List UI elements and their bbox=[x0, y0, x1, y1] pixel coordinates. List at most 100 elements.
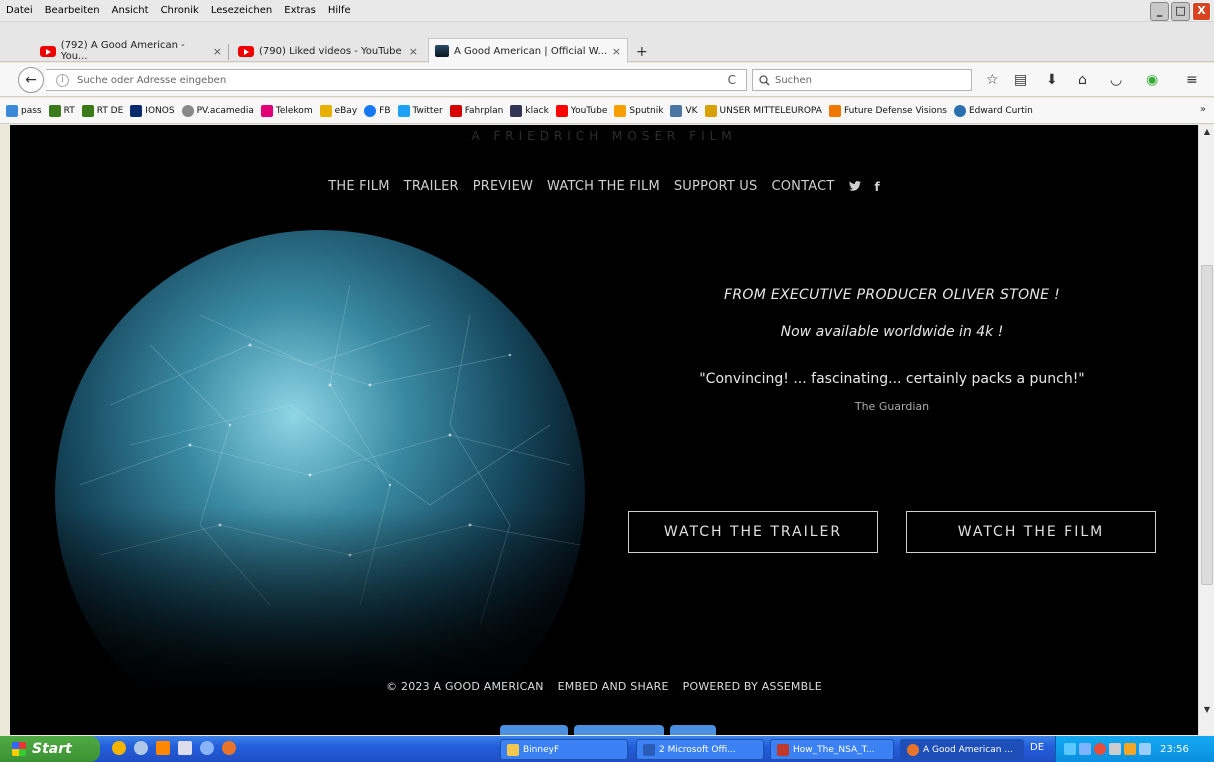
scroll-down-icon[interactable]: ▼ bbox=[1201, 705, 1213, 717]
watch-trailer-button[interactable]: WATCH THE TRAILER bbox=[628, 511, 878, 553]
scroll-up-icon[interactable]: ▲ bbox=[1201, 127, 1213, 139]
antivirus-icon[interactable] bbox=[1094, 743, 1106, 755]
tab-liked-videos[interactable]: (790) Liked videos - YouTube × bbox=[232, 40, 424, 62]
usb-icon[interactable] bbox=[1109, 743, 1121, 755]
bookmark-ionos[interactable]: IONOS bbox=[130, 104, 175, 117]
menu-hilfe[interactable]: Hilfe bbox=[328, 5, 351, 16]
watch-film-button[interactable]: WATCH THE FILM bbox=[906, 511, 1156, 553]
bookmark-star-icon[interactable]: ☆ bbox=[986, 72, 999, 88]
scrollbar-thumb[interactable] bbox=[1201, 265, 1213, 585]
page-content: A FRIEDRICH MOSER FILM THE FILM TRAILER … bbox=[10, 125, 1198, 735]
bookmark-rt[interactable]: RT bbox=[48, 104, 75, 117]
browser-icon[interactable] bbox=[200, 741, 214, 755]
task-binneyf[interactable]: BinneyF bbox=[500, 739, 628, 760]
bookmark-telekom[interactable]: Telekom bbox=[260, 104, 313, 117]
tab-good-american-youtube[interactable]: (792) A Good American - You... × bbox=[34, 40, 228, 62]
menu-bearbeiten[interactable]: Bearbeiten bbox=[45, 5, 100, 16]
window-left-border bbox=[0, 125, 10, 735]
bookmark-fahrplan[interactable]: Fahrplan bbox=[449, 104, 503, 117]
menu-datei[interactable]: Datei bbox=[6, 5, 33, 16]
bookmark-fb[interactable]: FB bbox=[364, 104, 391, 117]
firefox-icon[interactable] bbox=[222, 741, 236, 755]
menu-ansicht[interactable]: Ansicht bbox=[112, 5, 149, 16]
twitter-icon[interactable] bbox=[848, 180, 861, 194]
nav-trailer[interactable]: TRAILER bbox=[404, 179, 459, 194]
minimize-button[interactable]: _ bbox=[1150, 2, 1169, 21]
extension-icon[interactable]: ◉ bbox=[1146, 72, 1158, 88]
db-icon bbox=[449, 104, 462, 117]
task-microsoft-office[interactable]: 2 Microsoft Offi... bbox=[636, 739, 764, 760]
download-icon[interactable]: ⬇ bbox=[1046, 72, 1058, 88]
pocket-icon[interactable]: ◡ bbox=[1110, 72, 1122, 88]
task-a-good-american[interactable]: A Good American ... bbox=[900, 739, 1024, 760]
embed-and-share-link[interactable]: EMBED AND SHARE bbox=[558, 680, 669, 693]
close-tab-icon[interactable]: × bbox=[612, 45, 621, 58]
bookmark-rt-de[interactable]: RT DE bbox=[81, 104, 123, 117]
network-icon[interactable] bbox=[1064, 743, 1076, 755]
powered-by-link[interactable]: POWERED BY ASSEMBLE bbox=[683, 680, 822, 693]
facebook-icon[interactable]: f bbox=[875, 180, 880, 194]
nav-the-film[interactable]: THE FILM bbox=[328, 179, 389, 194]
tab-official-website[interactable]: A Good American | Official W... × bbox=[428, 38, 628, 63]
chrome-icon[interactable] bbox=[112, 741, 126, 755]
nav-support-us[interactable]: SUPPORT US bbox=[674, 179, 758, 194]
bookmark-youtube[interactable]: YouTube bbox=[555, 104, 607, 117]
language-indicator[interactable]: DE bbox=[1030, 742, 1044, 753]
search-input[interactable]: Suchen bbox=[775, 75, 812, 86]
maximize-button[interactable]: □ bbox=[1171, 2, 1190, 21]
back-button[interactable]: ← bbox=[18, 67, 44, 93]
bookmark-pv-acamedia[interactable]: PV.acamedia bbox=[181, 104, 254, 117]
info-icon[interactable]: i bbox=[56, 73, 69, 87]
bookmark-ebay[interactable]: eBay bbox=[319, 104, 357, 117]
close-tab-icon[interactable]: × bbox=[409, 45, 418, 58]
menu-extras[interactable]: Extras bbox=[284, 5, 316, 16]
show-desktop-icon[interactable] bbox=[178, 741, 192, 755]
menu-chronik[interactable]: Chronik bbox=[161, 5, 199, 16]
close-tab-icon[interactable]: × bbox=[213, 45, 222, 58]
bookmark-pass[interactable]: pass bbox=[6, 104, 42, 117]
bookmark-edward-curtin[interactable]: Edward Curtin bbox=[954, 104, 1033, 117]
address-bar[interactable]: i Suche oder Adresse eingeben C bbox=[46, 69, 747, 91]
close-window-button[interactable]: X bbox=[1192, 2, 1211, 21]
bookmark-sputnik[interactable]: Sputnik bbox=[614, 104, 663, 117]
menu-hamburger-icon[interactable]: ≡ bbox=[1186, 72, 1198, 88]
quicklaunch-icon[interactable] bbox=[134, 741, 148, 755]
bookmarks-overflow-button[interactable]: » bbox=[1200, 104, 1206, 115]
menu-lesezeichen[interactable]: Lesezeichen bbox=[211, 5, 272, 16]
film-credit: A FRIEDRICH MOSER FILM bbox=[471, 129, 737, 143]
network-icon[interactable] bbox=[1079, 743, 1091, 755]
address-input[interactable]: Suche oder Adresse eingeben bbox=[77, 75, 226, 86]
twitter-icon bbox=[397, 104, 410, 117]
tweet-button[interactable] bbox=[500, 725, 568, 735]
facebook-share-button[interactable] bbox=[574, 725, 664, 735]
share-button[interactable] bbox=[670, 725, 716, 735]
word-icon bbox=[643, 743, 655, 756]
bookmark-future-defense-visions[interactable]: Future Defense Visions bbox=[828, 104, 947, 117]
search-bar[interactable]: Suchen bbox=[752, 69, 972, 91]
globe-network-image bbox=[50, 225, 590, 695]
folder-icon bbox=[507, 743, 519, 756]
update-icon[interactable] bbox=[1139, 743, 1151, 755]
home-icon[interactable]: ⌂ bbox=[1078, 72, 1087, 88]
task-how-the-nsa[interactable]: How_The_NSA_T... bbox=[770, 739, 894, 760]
volume-icon[interactable] bbox=[1124, 743, 1136, 755]
star-burst-icon bbox=[704, 104, 717, 117]
start-button[interactable]: Start bbox=[0, 736, 100, 762]
reload-icon[interactable]: C bbox=[728, 73, 736, 87]
new-tab-button[interactable]: + bbox=[636, 44, 648, 60]
menubar: Datei Bearbeiten Ansicht Chronik Lesezei… bbox=[0, 0, 1214, 22]
bookmark-vk[interactable]: VK bbox=[670, 104, 698, 117]
youtube-icon bbox=[555, 104, 568, 117]
nav-contact[interactable]: CONTACT bbox=[771, 179, 834, 194]
bookmark-klack[interactable]: klack bbox=[510, 104, 549, 117]
reading-list-icon[interactable]: ▤ bbox=[1014, 72, 1027, 88]
nav-watch-the-film[interactable]: WATCH THE FILM bbox=[547, 179, 660, 194]
page-scrollbar[interactable]: ▲ ▼ bbox=[1198, 125, 1214, 735]
youtube-icon bbox=[238, 45, 254, 57]
bookmark-twitter[interactable]: Twitter bbox=[397, 104, 443, 117]
bookmark-unser-mitteleuropa[interactable]: UNSER MITTELEUROPA bbox=[704, 104, 822, 117]
tab-separator bbox=[228, 44, 229, 60]
review-source: The Guardian bbox=[854, 400, 930, 413]
vlc-icon[interactable] bbox=[156, 741, 170, 755]
nav-preview[interactable]: PREVIEW bbox=[473, 179, 533, 194]
